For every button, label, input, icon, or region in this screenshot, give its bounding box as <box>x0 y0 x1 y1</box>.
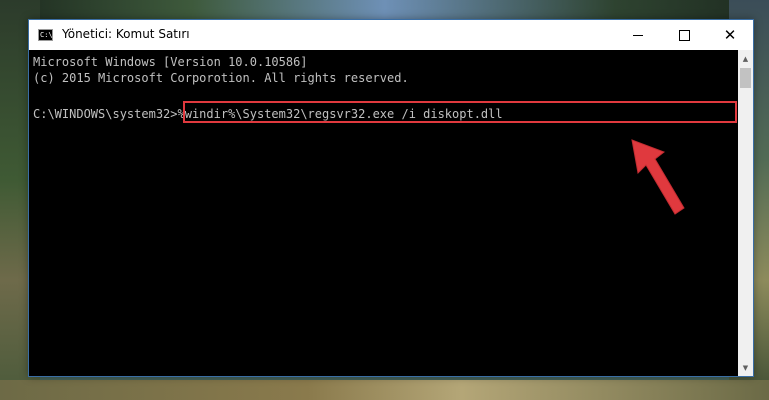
minimize-button[interactable] <box>615 20 661 50</box>
maximize-button[interactable] <box>661 20 707 50</box>
command-highlight-box <box>183 101 737 123</box>
console-line-version: Microsoft Windows [Version 10.0.10586] <box>33 55 308 69</box>
cmd-icon-glyph: C:\ <box>40 31 53 39</box>
scroll-up-icon[interactable]: ▲ <box>738 50 753 67</box>
maximize-icon <box>678 29 690 41</box>
close-button[interactable]: ✕ <box>707 20 753 50</box>
vertical-scrollbar[interactable]: ▲ ▼ <box>738 50 753 376</box>
window-title: Yönetici: Komut Satırı <box>62 27 190 41</box>
scrollbar-thumb[interactable] <box>740 68 751 88</box>
console-prompt: C:\WINDOWS\system32> <box>33 107 178 121</box>
scroll-down-icon[interactable]: ▼ <box>738 359 753 376</box>
console-line-copyright: (c) 2015 Microsoft Corporotion. All righ… <box>33 71 409 85</box>
close-icon: ✕ <box>723 25 737 44</box>
desktop-wallpaper-bottom <box>0 380 769 400</box>
red-arrow-icon <box>631 139 685 215</box>
minimize-icon <box>633 34 643 36</box>
title-bar[interactable]: C:\ Yönetici: Komut Satırı ✕ <box>29 20 753 50</box>
cmd-icon[interactable]: C:\ <box>38 29 53 41</box>
